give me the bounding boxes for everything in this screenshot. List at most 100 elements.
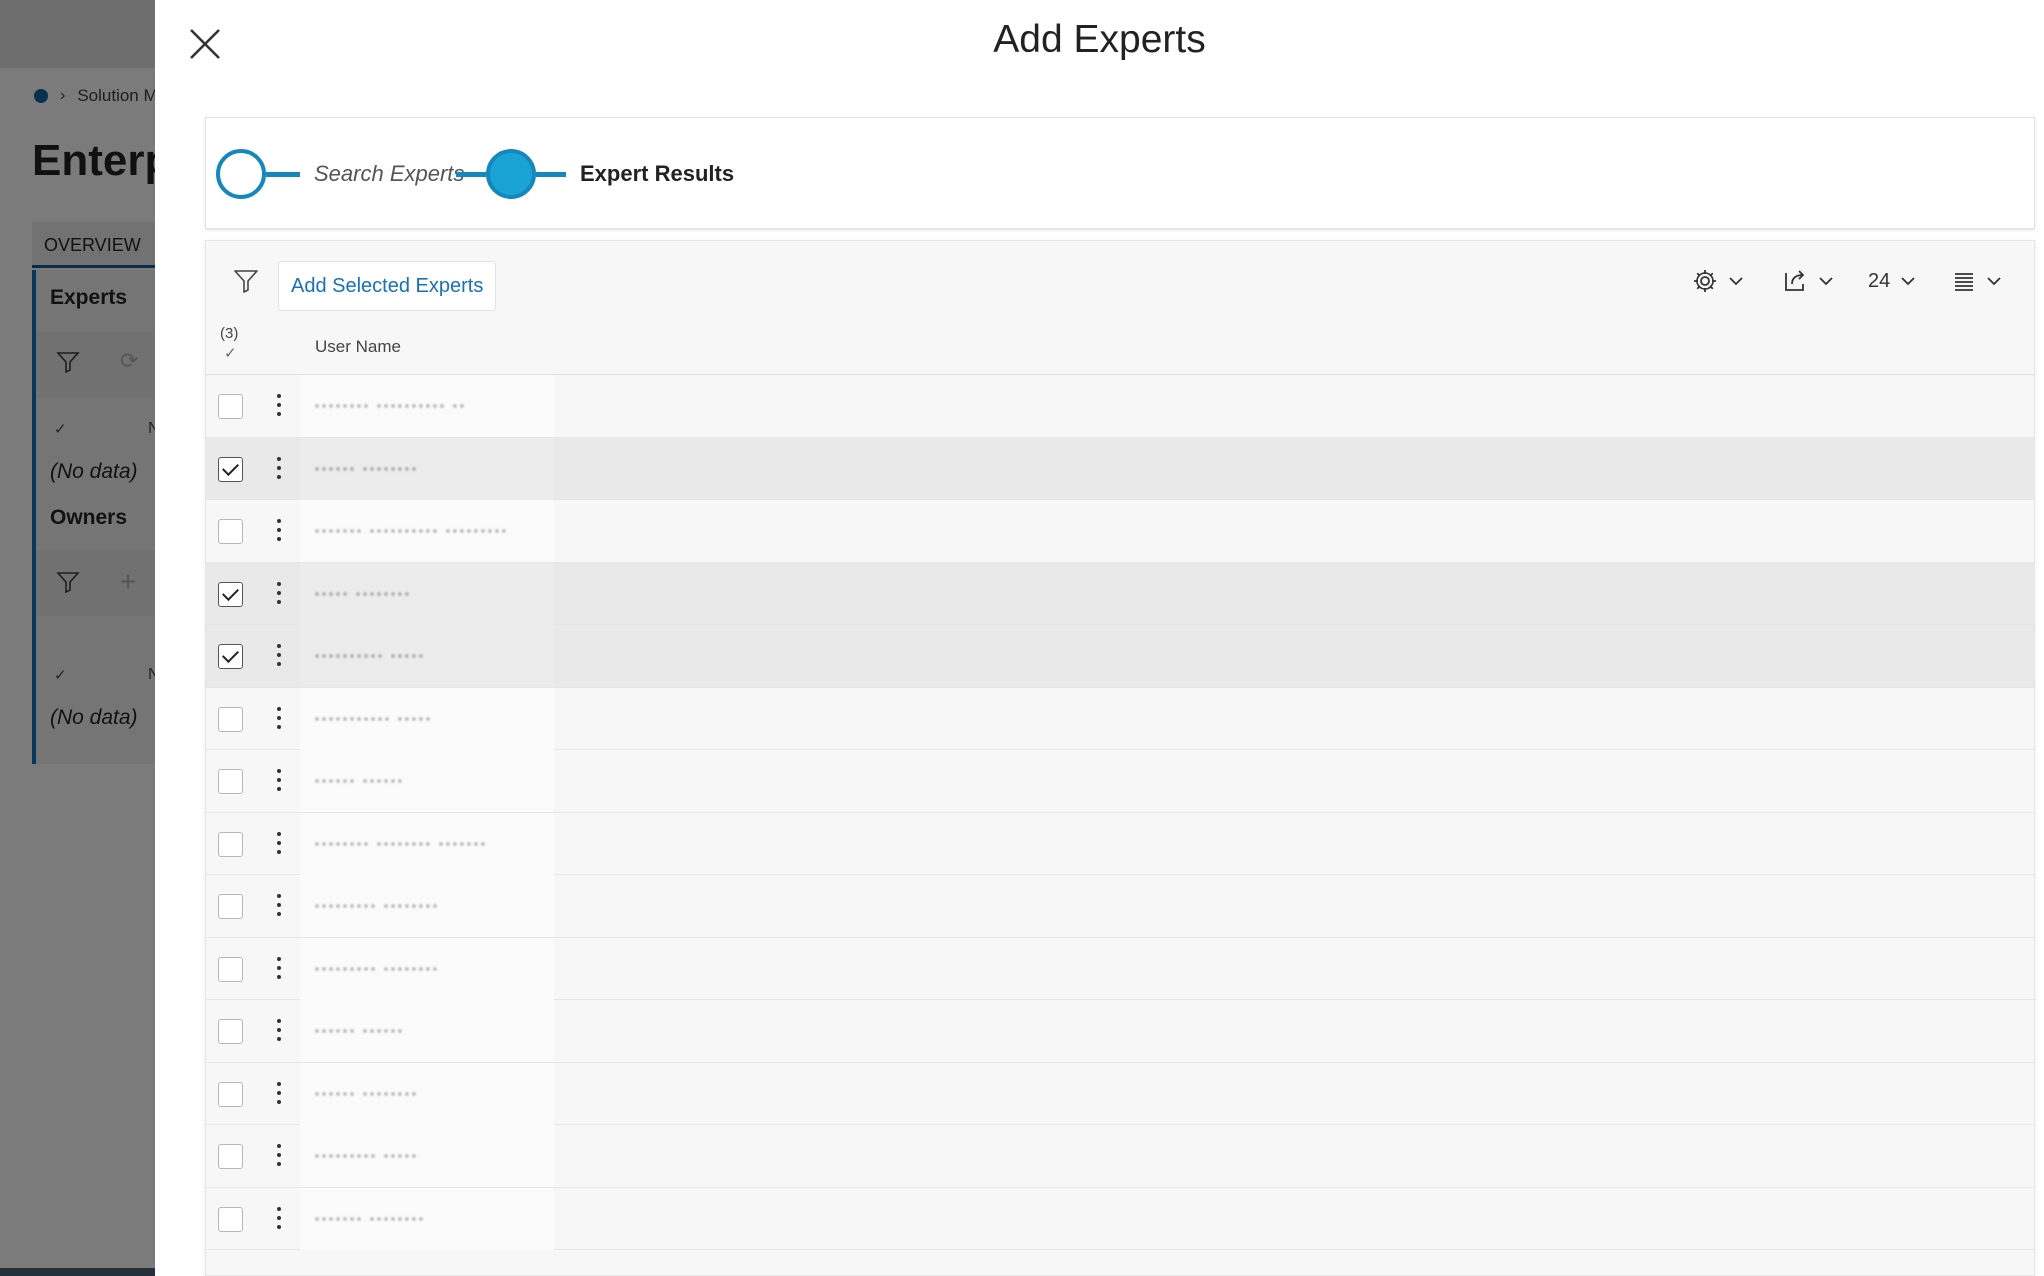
filter-button[interactable] [232, 267, 260, 295]
user-name-text: ·········· ····· [314, 645, 425, 665]
grid-toolbar: Add Selected Experts 24 [206, 241, 2034, 317]
experts-no-data: (No data) [50, 460, 138, 483]
table-row[interactable]: ········· ········ [206, 875, 2034, 938]
chevron-down-icon [1729, 277, 1743, 286]
step-expert-results[interactable]: Expert Results [456, 118, 734, 230]
drawer-title: Add Experts [993, 18, 1206, 61]
home-dot-icon [34, 89, 48, 103]
row-actions-kebab-icon[interactable] [272, 1141, 286, 1171]
row-actions-kebab-icon[interactable] [272, 1016, 286, 1046]
row-checkbox[interactable] [218, 644, 243, 669]
table-row[interactable]: ····· ········ [206, 562, 2034, 625]
user-name-text: ······ ······ [314, 770, 404, 790]
user-name-text: ········· ····· [314, 1145, 418, 1165]
step-circle-active-icon [486, 149, 536, 199]
user-name-cell: ······ ······ [300, 1000, 554, 1062]
row-actions-kebab-icon[interactable] [272, 641, 286, 671]
owners-no-data: (No data) [50, 706, 138, 729]
row-checkbox[interactable] [218, 1206, 243, 1232]
tab-overview: OVERVIEW [32, 222, 160, 268]
user-name-text: ······ ······ [314, 1020, 404, 1040]
row-actions-kebab-icon[interactable] [272, 766, 286, 796]
user-name-text: ····· ········ [314, 582, 411, 603]
column-header-user-name[interactable]: User Name [315, 337, 401, 357]
add-selected-experts-button[interactable]: Add Selected Experts [278, 261, 497, 311]
selected-count: (3) [220, 325, 239, 342]
row-checkbox[interactable] [218, 956, 243, 982]
row-actions-kebab-icon[interactable] [272, 1204, 286, 1234]
page-size-value: 24 [1868, 269, 1891, 292]
owners-section-title: Owners [50, 506, 128, 529]
user-name-cell: ······· ·········· ········· [300, 500, 554, 562]
row-checkbox[interactable] [218, 394, 243, 419]
row-checkbox[interactable] [218, 1081, 243, 1107]
table-row[interactable]: ······ ······ [206, 1000, 2034, 1063]
user-name-text: ········· ········ [314, 895, 439, 915]
row-checkbox[interactable] [218, 1019, 243, 1044]
table-row[interactable]: ······· ········ [206, 1187, 2034, 1250]
filter-icon [234, 270, 258, 293]
user-name-cell: ········· ········ [300, 875, 554, 937]
density-menu-button[interactable] [1952, 267, 2002, 295]
row-checkbox[interactable] [218, 894, 243, 919]
row-actions-kebab-icon[interactable] [272, 1079, 286, 1109]
user-name-text: ········ ·········· ·· [314, 395, 466, 415]
add-experts-drawer: Add Experts Search Experts Expert Result… [155, 0, 2044, 1276]
row-checkbox[interactable] [218, 831, 243, 857]
breadcrumb-item: Solution M [77, 86, 158, 105]
user-name-cell: ····· ········ [300, 562, 554, 625]
user-name-cell: ··········· ····· [300, 687, 554, 750]
expert-results-grid: Add Selected Experts 24 (3) ✓ User Name … [205, 240, 2035, 1276]
chevron-down-icon [1901, 277, 1915, 286]
table-row[interactable]: ·········· ····· [206, 625, 2034, 688]
row-checkbox[interactable] [218, 706, 243, 732]
table-row[interactable]: ········ ·········· ·· [206, 375, 2034, 438]
owners-toolbar: + [36, 550, 166, 616]
user-name-text: ······· ·········· ········· [314, 520, 508, 540]
grid-body: ········ ·········· ·· ······ ········ ···… [206, 375, 2034, 1250]
experts-section-title: Experts [50, 286, 128, 309]
step-connector [456, 171, 486, 177]
table-row[interactable]: ········ ········ ······· [206, 812, 2034, 875]
step-label: Expert Results [580, 161, 735, 186]
row-actions-kebab-icon[interactable] [272, 454, 286, 484]
user-name-text: ········· ········ [314, 957, 439, 978]
row-checkbox[interactable] [218, 769, 243, 794]
user-name-cell: ······ ········ [300, 1062, 554, 1125]
step-search-experts[interactable]: Search Experts [216, 118, 464, 230]
row-actions-kebab-icon[interactable] [272, 704, 286, 734]
row-actions-kebab-icon[interactable] [272, 391, 286, 421]
row-actions-kebab-icon[interactable] [272, 891, 286, 921]
chevron-down-icon [1987, 277, 2001, 286]
overview-panel: Experts ⟳ ✓ N (No data) Owners + ✓ N (No… [32, 270, 166, 764]
row-checkbox[interactable] [218, 456, 243, 482]
user-name-text: ········ ········ ······· [314, 832, 487, 853]
table-row[interactable]: ······ ········ [206, 437, 2034, 500]
export-menu-button[interactable] [1782, 267, 1834, 295]
user-name-cell: ········· ····· [300, 1125, 554, 1187]
experts-toolbar: ⟳ [36, 332, 166, 398]
table-row[interactable]: ··········· ····· [206, 687, 2034, 750]
select-all-check-icon: ✓ [54, 421, 67, 438]
user-name-cell: ·········· ····· [300, 625, 554, 687]
user-name-text: ······ ········ [314, 1082, 418, 1103]
settings-menu-button[interactable] [1692, 267, 1744, 295]
table-row[interactable]: ········· ········ [206, 937, 2034, 1000]
row-actions-kebab-icon[interactable] [272, 579, 286, 609]
page-size-select[interactable]: 24 [1868, 267, 1916, 295]
row-actions-kebab-icon[interactable] [272, 516, 286, 546]
select-all-check-icon[interactable]: ✓ [224, 344, 237, 362]
chevron-down-icon [1819, 277, 1833, 286]
row-checkbox[interactable] [218, 519, 243, 544]
row-actions-kebab-icon[interactable] [272, 829, 286, 859]
user-name-text: ··········· ····· [314, 707, 432, 728]
row-checkbox[interactable] [218, 581, 243, 607]
row-checkbox[interactable] [218, 1144, 243, 1169]
refresh-icon: ⟳ [120, 348, 139, 373]
table-row[interactable]: ········· ····· [206, 1125, 2034, 1188]
table-row[interactable]: ······ ······ [206, 750, 2034, 813]
row-actions-kebab-icon[interactable] [272, 954, 286, 984]
table-row[interactable]: ······· ·········· ········· [206, 500, 2034, 563]
table-row[interactable]: ······ ········ [206, 1062, 2034, 1125]
step-connector [536, 171, 566, 177]
